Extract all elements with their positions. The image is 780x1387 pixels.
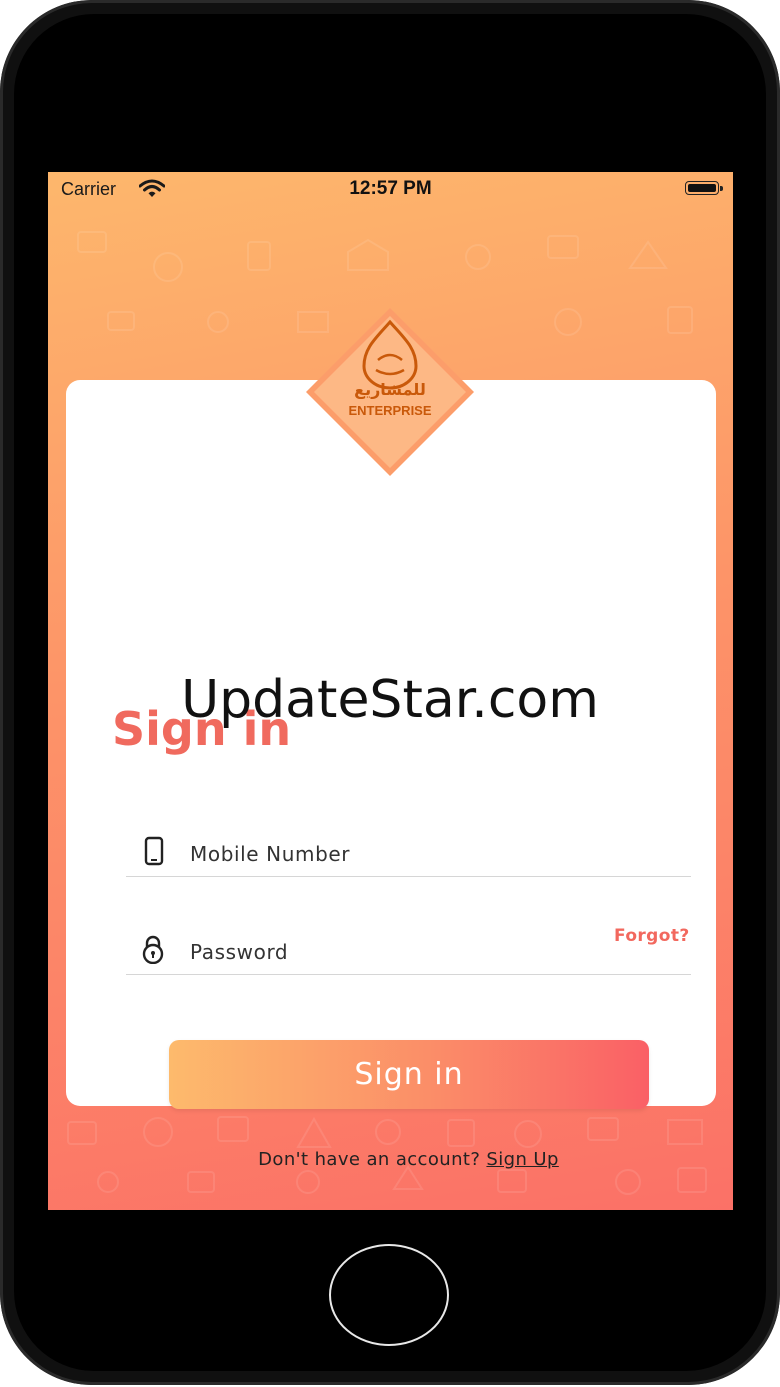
status-time: 12:57 PM [349,178,432,199]
phone-icon [144,836,164,866]
app-screen: Carrier 12:57 PM Sign in Mobile Number P… [48,172,733,1210]
page-title: Sign in [112,702,292,756]
logo-arabic: للمشاريع [354,380,426,399]
home-button[interactable] [329,1244,449,1346]
app-logo: للمشاريع ENTERPRISE [306,308,474,476]
signup-prompt: Don't have an account? Sign Up [66,1149,733,1170]
status-bar: Carrier 12:57 PM [48,172,733,206]
sign-up-link[interactable]: Sign Up [486,1149,558,1170]
signin-card: Sign in Mobile Number Password Forgot? S… [66,380,716,1170]
no-account-text: Don't have an account? [258,1149,481,1170]
lock-icon [142,935,164,964]
phone-frame: Carrier 12:57 PM Sign in Mobile Number P… [0,0,780,1385]
mobile-number-field[interactable]: Mobile Number [126,816,691,877]
password-field[interactable]: Password [126,914,691,975]
battery-icon [685,181,723,195]
mobile-number-input[interactable]: Mobile Number [190,842,350,866]
logo-enterprise-text: ENTERPRISE [348,403,432,418]
forgot-password-link[interactable]: Forgot? [614,926,690,946]
password-input[interactable]: Password [190,940,288,964]
sign-in-button[interactable]: Sign in [169,1040,649,1109]
